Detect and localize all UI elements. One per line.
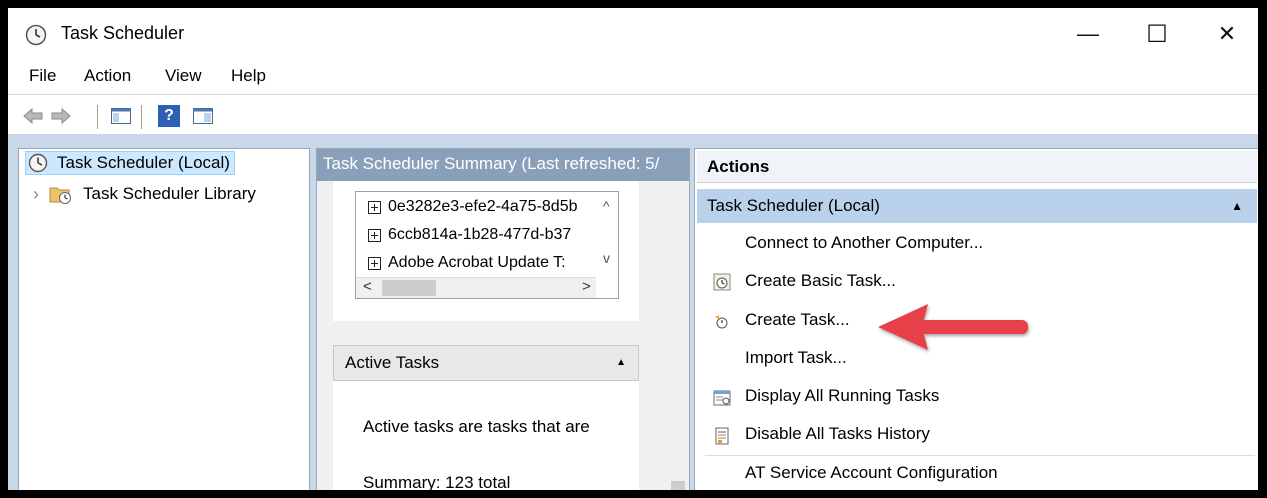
create-basic-task-icon bbox=[713, 273, 731, 291]
actions-section-title: Task Scheduler (Local) bbox=[707, 196, 880, 215]
minimize-button[interactable]: — bbox=[1065, 14, 1111, 54]
tree-item-task-scheduler-library[interactable]: › Task Scheduler Library bbox=[33, 183, 256, 205]
tree-item-task-scheduler-local[interactable]: Task Scheduler (Local) bbox=[25, 151, 235, 175]
scroll-right-icon[interactable]: > bbox=[582, 278, 591, 295]
tasks-history-icon bbox=[715, 427, 729, 445]
horizontal-scrollbar[interactable]: < > bbox=[356, 277, 596, 298]
task-status-list[interactable]: 0e3282e3-efe2-4a75-8d5b 6ccb814a-1b28-47… bbox=[355, 191, 619, 299]
list-item-label: 0e3282e3-efe2-4a75-8d5b bbox=[388, 198, 578, 215]
action-import-task[interactable]: Import Task... bbox=[745, 348, 847, 368]
menu-file[interactable]: File bbox=[29, 66, 56, 86]
toolbar-separator bbox=[141, 105, 142, 129]
collapse-icon[interactable]: ▲ bbox=[616, 346, 626, 380]
content-area: Task Scheduler (Local) › Task Scheduler … bbox=[8, 134, 1258, 490]
action-create-task[interactable]: Create Task... bbox=[745, 310, 850, 330]
summary-header: Task Scheduler Summary (Last refreshed: … bbox=[317, 149, 689, 181]
summary-pane-scrollbar[interactable] bbox=[667, 181, 689, 490]
window-title: Task Scheduler bbox=[61, 23, 185, 43]
create-task-icon bbox=[715, 315, 728, 329]
show-hide-action-pane-icon[interactable] bbox=[192, 105, 214, 127]
action-at-service-account-configuration[interactable]: AT Service Account Configuration bbox=[745, 463, 998, 483]
tree-item-label: Task Scheduler (Local) bbox=[57, 153, 230, 172]
toolbar-separator bbox=[97, 105, 98, 129]
active-tasks-summary: Summary: 123 total bbox=[363, 473, 511, 490]
close-button[interactable]: ✕ bbox=[1204, 14, 1250, 54]
title-bar: Task Scheduler — ☐ ✕ bbox=[8, 8, 1258, 58]
action-create-basic-task[interactable]: Create Basic Task... bbox=[745, 271, 896, 291]
summary-section: 0e3282e3-efe2-4a75-8d5b 6ccb814a-1b28-47… bbox=[333, 181, 639, 321]
forward-arrow-icon[interactable] bbox=[50, 105, 72, 127]
active-tasks-header[interactable]: Active Tasks ▲ bbox=[333, 345, 639, 381]
scroll-left-icon[interactable]: < bbox=[363, 278, 372, 295]
clock-icon bbox=[25, 24, 47, 46]
list-item[interactable]: Adobe Acrobat Update T: bbox=[368, 254, 566, 272]
chevron-right-icon[interactable]: › bbox=[33, 184, 39, 205]
list-item[interactable]: 6ccb814a-1b28-477d-b37 bbox=[368, 226, 571, 244]
help-icon[interactable]: ? bbox=[158, 105, 180, 127]
collapse-icon[interactable]: ▲ bbox=[1231, 189, 1243, 223]
actions-section-header[interactable]: Task Scheduler (Local) ▲ bbox=[697, 189, 1257, 223]
menu-action[interactable]: Action bbox=[84, 66, 131, 86]
tree-item-label: Task Scheduler Library bbox=[83, 184, 256, 203]
scroll-thumb[interactable] bbox=[382, 280, 436, 296]
divider bbox=[705, 455, 1255, 456]
clock-icon bbox=[28, 153, 48, 173]
show-hide-console-tree-icon[interactable] bbox=[110, 105, 132, 127]
summary-pane: Task Scheduler Summary (Last refreshed: … bbox=[316, 148, 690, 490]
scroll-down-icon[interactable]: v bbox=[603, 250, 610, 266]
expand-icon[interactable] bbox=[368, 256, 381, 270]
annotation-arrow bbox=[878, 304, 1028, 350]
list-item-label: Adobe Acrobat Update T: bbox=[388, 254, 566, 271]
list-item-label: 6ccb814a-1b28-477d-b37 bbox=[388, 226, 572, 243]
action-disable-all-tasks-history[interactable]: Disable All Tasks History bbox=[745, 424, 930, 444]
folder-clock-icon bbox=[49, 187, 71, 204]
toolbar: ? bbox=[8, 94, 1258, 135]
list-item[interactable]: 0e3282e3-efe2-4a75-8d5b bbox=[368, 198, 578, 216]
console-tree: Task Scheduler (Local) › Task Scheduler … bbox=[18, 148, 310, 490]
active-tasks-section: Active Tasks ▲ Active tasks are tasks th… bbox=[333, 345, 639, 490]
expand-icon[interactable] bbox=[368, 200, 381, 214]
active-tasks-title: Active Tasks bbox=[345, 353, 440, 372]
running-tasks-icon bbox=[713, 390, 731, 406]
back-arrow-icon[interactable] bbox=[22, 105, 44, 127]
task-scheduler-window: Task Scheduler — ☐ ✕ File Action View He… bbox=[8, 8, 1258, 490]
action-display-all-running-tasks[interactable]: Display All Running Tasks bbox=[745, 386, 939, 406]
menu-help[interactable]: Help bbox=[231, 66, 266, 86]
maximize-button[interactable]: ☐ bbox=[1134, 14, 1180, 54]
expand-icon[interactable] bbox=[368, 228, 381, 242]
scroll-thumb[interactable] bbox=[671, 481, 685, 490]
menu-bar: File Action View Help bbox=[8, 62, 1258, 90]
action-connect-another-computer[interactable]: Connect to Another Computer... bbox=[745, 233, 983, 253]
active-tasks-description: Active tasks are tasks that are bbox=[363, 417, 590, 436]
scroll-up-icon[interactable]: ^ bbox=[603, 198, 610, 214]
actions-header: Actions bbox=[697, 151, 1257, 183]
vertical-scrollbar[interactable]: ^ v bbox=[598, 192, 618, 298]
menu-view[interactable]: View bbox=[165, 66, 202, 86]
